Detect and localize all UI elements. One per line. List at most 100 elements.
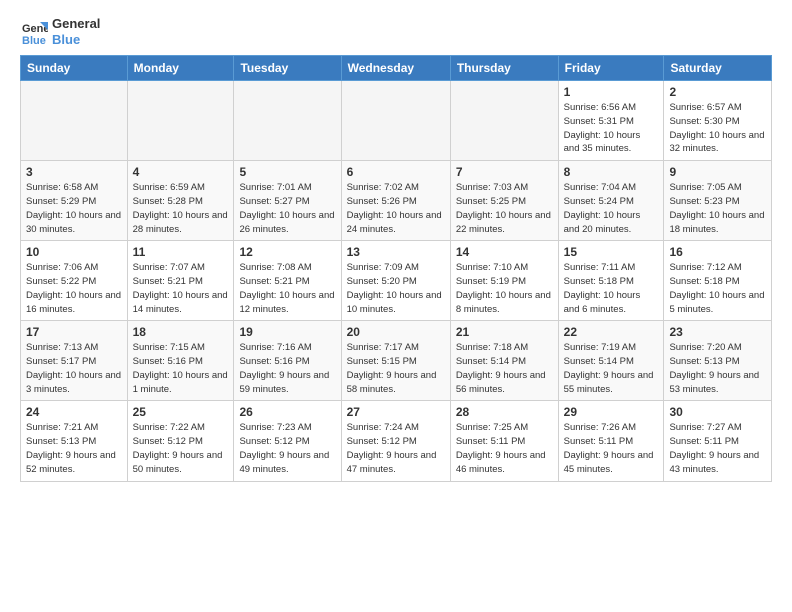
day-number: 26 xyxy=(239,405,335,419)
day-number: 9 xyxy=(669,165,766,179)
day-number: 11 xyxy=(133,245,229,259)
calendar-cell: 9 Sunrise: 7:05 AMSunset: 5:23 PMDayligh… xyxy=(664,161,772,241)
day-number: 4 xyxy=(133,165,229,179)
day-info: Sunrise: 7:27 AMSunset: 5:11 PMDaylight:… xyxy=(669,421,766,476)
day-number: 1 xyxy=(564,85,659,99)
day-info: Sunrise: 7:22 AMSunset: 5:12 PMDaylight:… xyxy=(133,421,229,476)
calendar-cell: 5 Sunrise: 7:01 AMSunset: 5:27 PMDayligh… xyxy=(234,161,341,241)
day-number: 18 xyxy=(133,325,229,339)
calendar-cell: 14 Sunrise: 7:10 AMSunset: 5:19 PMDaylig… xyxy=(450,241,558,321)
day-number: 5 xyxy=(239,165,335,179)
calendar-cell: 27 Sunrise: 7:24 AMSunset: 5:12 PMDaylig… xyxy=(341,401,450,481)
day-number: 29 xyxy=(564,405,659,419)
calendar-cell: 1 Sunrise: 6:56 AMSunset: 5:31 PMDayligh… xyxy=(558,81,664,161)
day-number: 2 xyxy=(669,85,766,99)
day-info: Sunrise: 6:58 AMSunset: 5:29 PMDaylight:… xyxy=(26,181,122,236)
day-info: Sunrise: 7:15 AMSunset: 5:16 PMDaylight:… xyxy=(133,341,229,396)
day-number: 24 xyxy=(26,405,122,419)
weekday-header-thursday: Thursday xyxy=(450,56,558,81)
calendar-cell xyxy=(450,81,558,161)
calendar-cell: 6 Sunrise: 7:02 AMSunset: 5:26 PMDayligh… xyxy=(341,161,450,241)
calendar-week-row: 1 Sunrise: 6:56 AMSunset: 5:31 PMDayligh… xyxy=(21,81,772,161)
day-info: Sunrise: 7:05 AMSunset: 5:23 PMDaylight:… xyxy=(669,181,766,236)
calendar-cell: 11 Sunrise: 7:07 AMSunset: 5:21 PMDaylig… xyxy=(127,241,234,321)
calendar-cell: 10 Sunrise: 7:06 AMSunset: 5:22 PMDaylig… xyxy=(21,241,128,321)
calendar-cell: 16 Sunrise: 7:12 AMSunset: 5:18 PMDaylig… xyxy=(664,241,772,321)
calendar-cell: 19 Sunrise: 7:16 AMSunset: 5:16 PMDaylig… xyxy=(234,321,341,401)
weekday-header-friday: Friday xyxy=(558,56,664,81)
day-info: Sunrise: 7:23 AMSunset: 5:12 PMDaylight:… xyxy=(239,421,335,476)
calendar-cell: 23 Sunrise: 7:20 AMSunset: 5:13 PMDaylig… xyxy=(664,321,772,401)
calendar-cell xyxy=(234,81,341,161)
calendar-cell: 15 Sunrise: 7:11 AMSunset: 5:18 PMDaylig… xyxy=(558,241,664,321)
day-info: Sunrise: 7:08 AMSunset: 5:21 PMDaylight:… xyxy=(239,261,335,316)
day-info: Sunrise: 7:19 AMSunset: 5:14 PMDaylight:… xyxy=(564,341,659,396)
day-number: 21 xyxy=(456,325,553,339)
weekday-header-monday: Monday xyxy=(127,56,234,81)
day-info: Sunrise: 7:25 AMSunset: 5:11 PMDaylight:… xyxy=(456,421,553,476)
header: General Blue General Blue xyxy=(20,16,772,47)
calendar-cell xyxy=(21,81,128,161)
day-info: Sunrise: 7:03 AMSunset: 5:25 PMDaylight:… xyxy=(456,181,553,236)
calendar-cell: 22 Sunrise: 7:19 AMSunset: 5:14 PMDaylig… xyxy=(558,321,664,401)
day-info: Sunrise: 7:21 AMSunset: 5:13 PMDaylight:… xyxy=(26,421,122,476)
day-number: 16 xyxy=(669,245,766,259)
day-info: Sunrise: 7:06 AMSunset: 5:22 PMDaylight:… xyxy=(26,261,122,316)
day-number: 12 xyxy=(239,245,335,259)
calendar-cell: 4 Sunrise: 6:59 AMSunset: 5:28 PMDayligh… xyxy=(127,161,234,241)
day-info: Sunrise: 7:18 AMSunset: 5:14 PMDaylight:… xyxy=(456,341,553,396)
day-info: Sunrise: 7:09 AMSunset: 5:20 PMDaylight:… xyxy=(347,261,445,316)
day-number: 14 xyxy=(456,245,553,259)
day-info: Sunrise: 7:07 AMSunset: 5:21 PMDaylight:… xyxy=(133,261,229,316)
calendar-week-row: 17 Sunrise: 7:13 AMSunset: 5:17 PMDaylig… xyxy=(21,321,772,401)
logo-icon: General Blue xyxy=(20,18,48,46)
calendar-cell: 18 Sunrise: 7:15 AMSunset: 5:16 PMDaylig… xyxy=(127,321,234,401)
day-info: Sunrise: 7:26 AMSunset: 5:11 PMDaylight:… xyxy=(564,421,659,476)
calendar-cell: 26 Sunrise: 7:23 AMSunset: 5:12 PMDaylig… xyxy=(234,401,341,481)
day-number: 22 xyxy=(564,325,659,339)
calendar-cell: 2 Sunrise: 6:57 AMSunset: 5:30 PMDayligh… xyxy=(664,81,772,161)
calendar-cell: 3 Sunrise: 6:58 AMSunset: 5:29 PMDayligh… xyxy=(21,161,128,241)
calendar-cell: 28 Sunrise: 7:25 AMSunset: 5:11 PMDaylig… xyxy=(450,401,558,481)
day-number: 23 xyxy=(669,325,766,339)
day-number: 28 xyxy=(456,405,553,419)
day-info: Sunrise: 7:20 AMSunset: 5:13 PMDaylight:… xyxy=(669,341,766,396)
day-info: Sunrise: 7:16 AMSunset: 5:16 PMDaylight:… xyxy=(239,341,335,396)
day-number: 17 xyxy=(26,325,122,339)
day-info: Sunrise: 7:01 AMSunset: 5:27 PMDaylight:… xyxy=(239,181,335,236)
svg-text:Blue: Blue xyxy=(22,35,46,46)
weekday-header-wednesday: Wednesday xyxy=(341,56,450,81)
day-number: 25 xyxy=(133,405,229,419)
calendar-cell: 8 Sunrise: 7:04 AMSunset: 5:24 PMDayligh… xyxy=(558,161,664,241)
day-info: Sunrise: 6:57 AMSunset: 5:30 PMDaylight:… xyxy=(669,101,766,156)
weekday-header-row: SundayMondayTuesdayWednesdayThursdayFrid… xyxy=(21,56,772,81)
calendar-week-row: 3 Sunrise: 6:58 AMSunset: 5:29 PMDayligh… xyxy=(21,161,772,241)
calendar-cell xyxy=(341,81,450,161)
day-info: Sunrise: 7:12 AMSunset: 5:18 PMDaylight:… xyxy=(669,261,766,316)
day-number: 27 xyxy=(347,405,445,419)
calendar-cell: 7 Sunrise: 7:03 AMSunset: 5:25 PMDayligh… xyxy=(450,161,558,241)
day-info: Sunrise: 6:56 AMSunset: 5:31 PMDaylight:… xyxy=(564,101,659,156)
day-info: Sunrise: 7:17 AMSunset: 5:15 PMDaylight:… xyxy=(347,341,445,396)
calendar-cell: 29 Sunrise: 7:26 AMSunset: 5:11 PMDaylig… xyxy=(558,401,664,481)
page: General Blue General Blue SundayMondayTu… xyxy=(0,0,792,612)
day-number: 20 xyxy=(347,325,445,339)
weekday-header-tuesday: Tuesday xyxy=(234,56,341,81)
day-number: 3 xyxy=(26,165,122,179)
day-number: 6 xyxy=(347,165,445,179)
calendar-cell: 12 Sunrise: 7:08 AMSunset: 5:21 PMDaylig… xyxy=(234,241,341,321)
day-number: 8 xyxy=(564,165,659,179)
calendar-cell: 13 Sunrise: 7:09 AMSunset: 5:20 PMDaylig… xyxy=(341,241,450,321)
calendar-cell: 21 Sunrise: 7:18 AMSunset: 5:14 PMDaylig… xyxy=(450,321,558,401)
calendar-cell: 20 Sunrise: 7:17 AMSunset: 5:15 PMDaylig… xyxy=(341,321,450,401)
weekday-header-saturday: Saturday xyxy=(664,56,772,81)
day-info: Sunrise: 7:04 AMSunset: 5:24 PMDaylight:… xyxy=(564,181,659,236)
day-info: Sunrise: 7:13 AMSunset: 5:17 PMDaylight:… xyxy=(26,341,122,396)
calendar-week-row: 10 Sunrise: 7:06 AMSunset: 5:22 PMDaylig… xyxy=(21,241,772,321)
day-info: Sunrise: 7:24 AMSunset: 5:12 PMDaylight:… xyxy=(347,421,445,476)
calendar-cell xyxy=(127,81,234,161)
day-number: 19 xyxy=(239,325,335,339)
calendar-cell: 24 Sunrise: 7:21 AMSunset: 5:13 PMDaylig… xyxy=(21,401,128,481)
day-number: 7 xyxy=(456,165,553,179)
day-number: 30 xyxy=(669,405,766,419)
